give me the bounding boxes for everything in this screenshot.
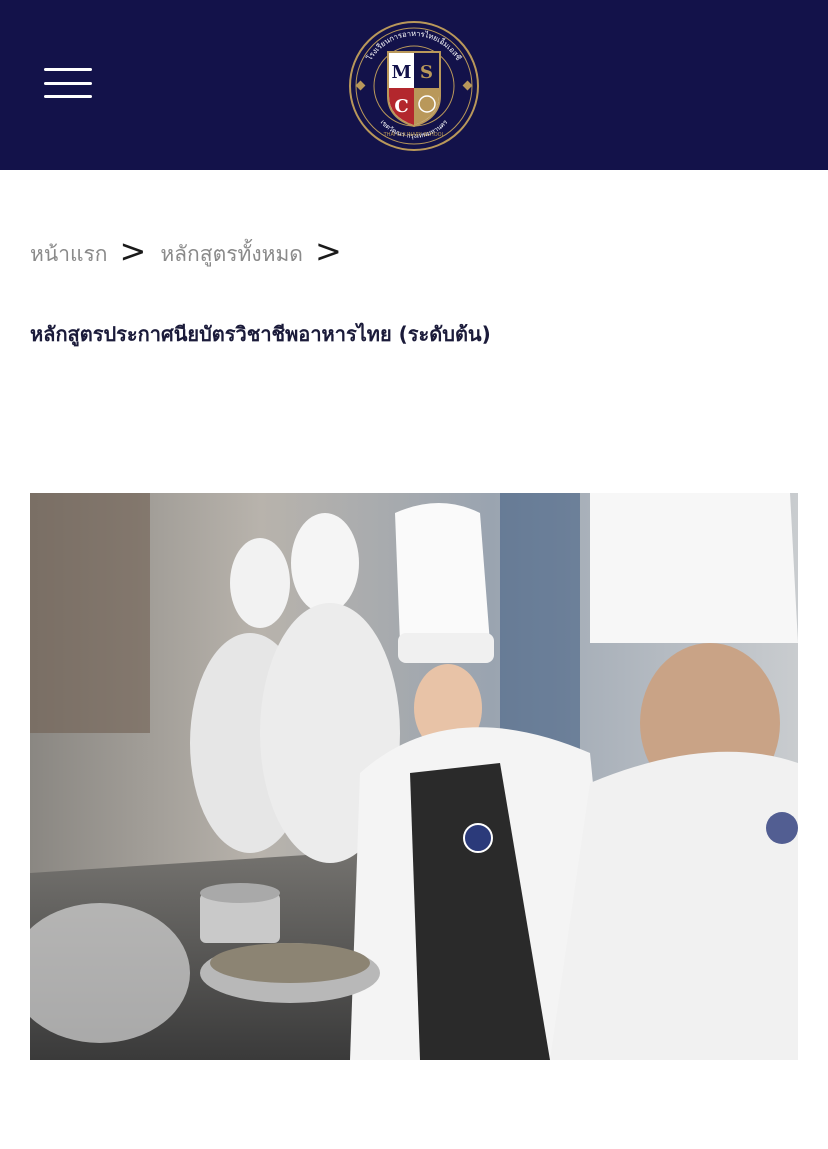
menu-line: [44, 68, 92, 71]
site-header: โรงเรียนการอาหารไทยเอ็มเอสซี เขตวัฒนา กร…: [0, 0, 828, 170]
logo-shield-icon: M S C: [387, 51, 441, 128]
breadcrumb-separator: >: [314, 232, 342, 270]
breadcrumb: หน้าแรก > หลักสูตรทั้งหมด >: [30, 232, 356, 276]
logo-letter-m: M: [392, 62, 412, 83]
breadcrumb-separator: >: [119, 232, 147, 270]
school-logo[interactable]: โรงเรียนการอาหารไทยเอ็มเอสซี เขตวัฒนา กร…: [348, 20, 480, 152]
chefs-cooking-photo: [30, 493, 798, 1060]
hero-image: [30, 493, 798, 1060]
menu-line: [44, 95, 92, 98]
breadcrumb-all-courses-link[interactable]: หลักสูตรทั้งหมด: [160, 238, 303, 271]
logo-letter-c: C: [394, 96, 408, 117]
page-title: หลักสูตรประกาศนียบัตรวิชาชีพอาหารไทย (ระ…: [30, 322, 491, 346]
hamburger-menu-icon[interactable]: [44, 68, 92, 100]
logo-letter-s: S: [420, 62, 433, 83]
breadcrumb-home-link[interactable]: หน้าแรก: [30, 238, 108, 271]
logo-motto: THAI CULINARY SCHOOL: [383, 132, 445, 138]
menu-line: [44, 82, 92, 85]
